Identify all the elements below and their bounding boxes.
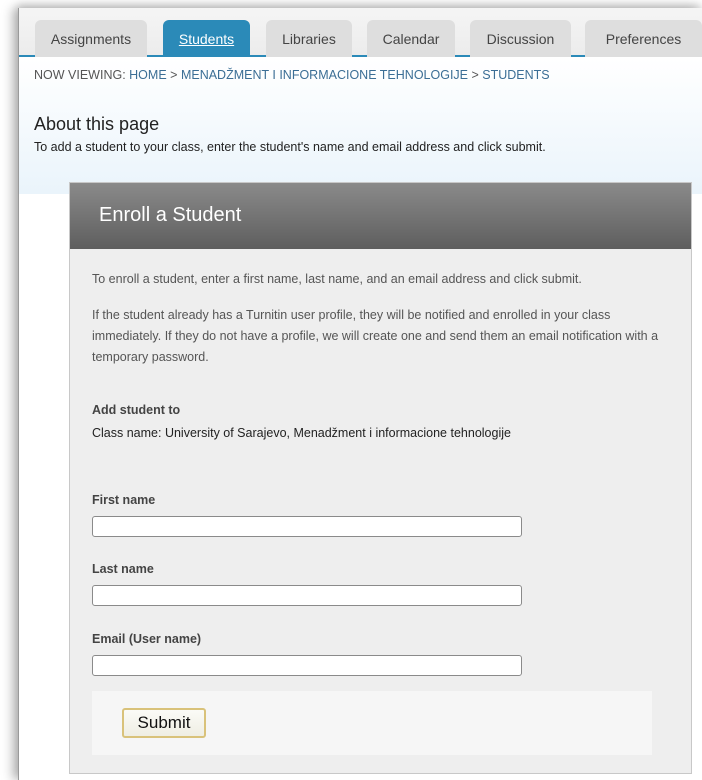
enroll-profile-note: If the student already has a Turnitin us… xyxy=(92,308,659,364)
submit-button[interactable]: Submit xyxy=(122,708,206,738)
breadcrumb-separator: > xyxy=(170,68,178,82)
breadcrumb-home-link[interactable]: HOME xyxy=(129,68,167,82)
enroll-panel-title: Enroll a Student xyxy=(99,204,242,226)
tab-discussion[interactable]: Discussion xyxy=(470,20,571,57)
about-text: To add a student to your class, enter th… xyxy=(34,140,546,154)
tab-libraries[interactable]: Libraries xyxy=(266,20,352,57)
page-header: NOW VIEWING: HOME > MENADŽMENT I INFORMA… xyxy=(19,59,702,194)
enroll-panel-header: Enroll a Student xyxy=(70,183,691,249)
app-frame: Assignments Students Libraries Calendar … xyxy=(18,8,702,780)
tab-calendar[interactable]: Calendar xyxy=(367,20,455,57)
email-label: Email (User name) xyxy=(92,632,202,646)
about-title: About this page xyxy=(34,114,160,134)
submit-area: Submit xyxy=(92,691,652,755)
breadcrumb-class-link[interactable]: MENADŽMENT I INFORMACIONE TEHNOLOGIJE xyxy=(181,68,468,82)
email-field[interactable] xyxy=(92,655,522,676)
enroll-instruction: To enroll a student, enter a first name,… xyxy=(92,272,582,286)
breadcrumb-prefix: NOW VIEWING: xyxy=(34,68,126,82)
breadcrumb-separator: > xyxy=(471,68,479,82)
tab-preferences[interactable]: Preferences xyxy=(585,20,702,57)
breadcrumb: NOW VIEWING: HOME > MENADŽMENT I INFORMA… xyxy=(34,68,550,82)
first-name-field[interactable] xyxy=(92,516,522,537)
last-name-field[interactable] xyxy=(92,585,522,606)
add-student-to-label: Add student to xyxy=(92,403,181,417)
tab-students[interactable]: Students xyxy=(163,20,250,57)
tab-bar: Assignments Students Libraries Calendar … xyxy=(19,8,702,57)
class-name: Class name: University of Sarajevo, Mena… xyxy=(92,426,511,440)
last-name-label: Last name xyxy=(92,562,154,576)
first-name-label: First name xyxy=(92,493,156,507)
enroll-panel: Enroll a Student To enroll a student, en… xyxy=(69,182,692,774)
tab-assignments[interactable]: Assignments xyxy=(35,20,147,57)
breadcrumb-students-link[interactable]: STUDENTS xyxy=(482,68,549,82)
